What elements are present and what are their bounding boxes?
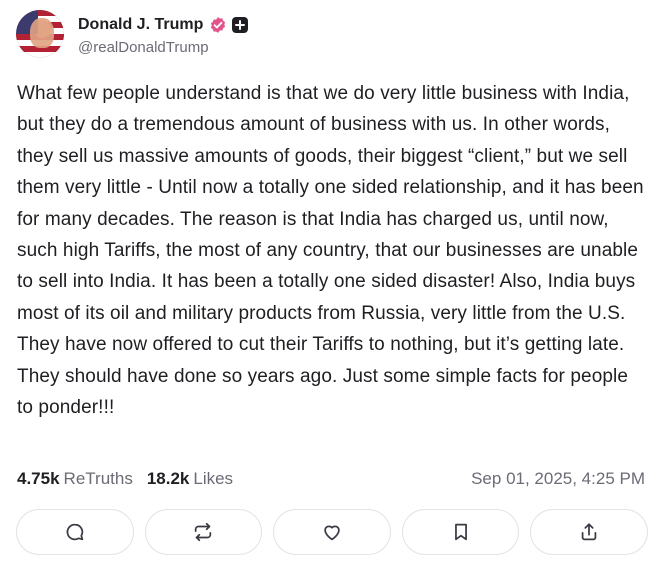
like-button[interactable] (273, 509, 391, 555)
retruths-count: 4.75k (17, 469, 60, 488)
user-handle[interactable]: @realDonaldTrump (78, 39, 248, 56)
share-button[interactable] (530, 509, 648, 555)
retruths-stat[interactable]: 4.75k ReTruths (17, 469, 133, 489)
reply-icon (66, 523, 84, 541)
bookmark-button[interactable] (401, 509, 520, 555)
display-name[interactable]: Donald J. Trump (78, 16, 203, 34)
post-timestamp[interactable]: Sep 01, 2025, 4:25 PM (471, 469, 645, 489)
post-text: What few people understand is that we do… (17, 83, 650, 419)
share-icon (581, 523, 597, 541)
likes-stat[interactable]: 18.2k Likes (147, 469, 233, 489)
reply-button[interactable] (16, 509, 134, 555)
retruth-icon (195, 522, 212, 542)
likes-count: 18.2k (146, 469, 190, 488)
action-bar (16, 509, 648, 557)
plus-badge-icon (232, 16, 249, 33)
post-card: Donald J. Trump @realDonaldTrump What fe… (0, 0, 659, 561)
likes-label: Likes (193, 469, 234, 488)
bookmark-icon (454, 523, 467, 541)
like-icon (324, 525, 340, 541)
post-stats: 4.75k ReTruths 18.2k Likes Sep 01, 2025,… (17, 466, 645, 492)
author-info: Donald J. Trump @realDonaldTrump (78, 13, 249, 56)
verified-badge-icon (209, 16, 227, 34)
retruths-label: ReTruths (63, 469, 133, 488)
retruth-button[interactable] (144, 509, 263, 555)
avatar[interactable] (16, 10, 64, 58)
post-header: Donald J. Trump @realDonaldTrump (16, 10, 249, 58)
name-row: Donald J. Trump (78, 13, 249, 37)
